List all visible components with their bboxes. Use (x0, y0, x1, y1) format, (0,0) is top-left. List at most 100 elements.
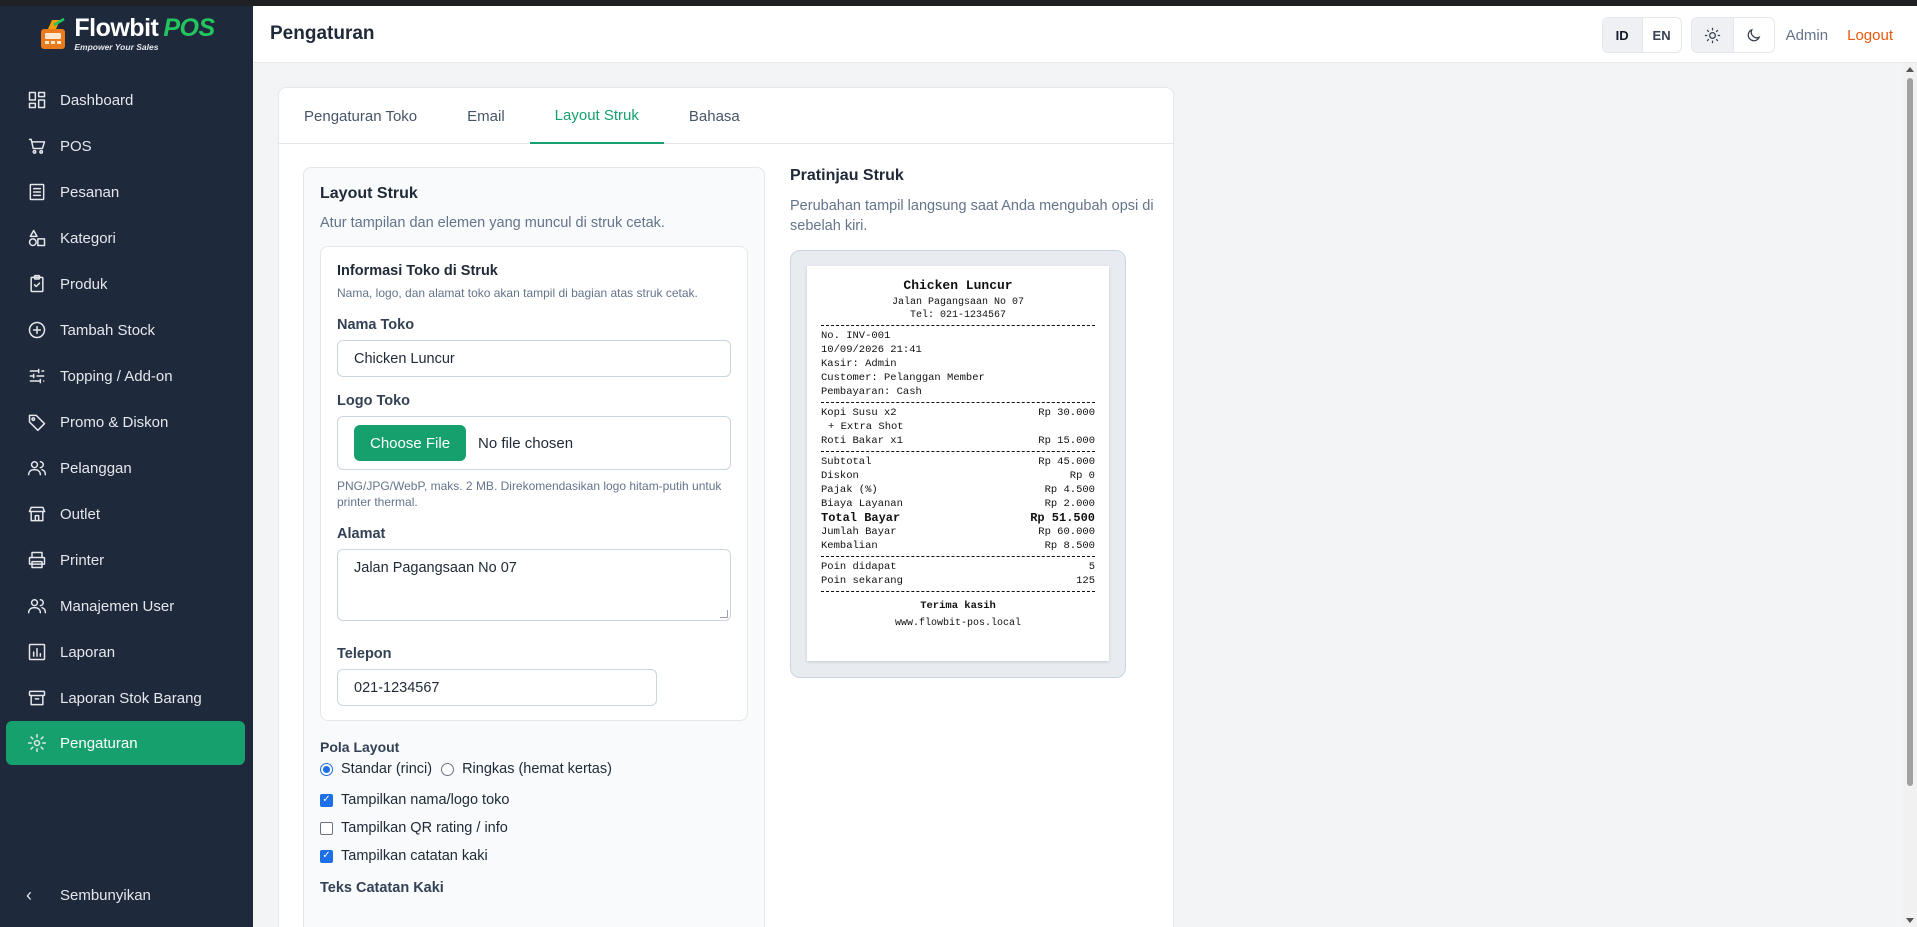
sidebar-item-laporan[interactable]: Laporan (6, 629, 245, 675)
sidebar-item-dashboard[interactable]: Dashboard (6, 77, 245, 123)
sliders-icon (26, 365, 48, 387)
chevron-left-icon: ‹ (26, 884, 32, 905)
pattern-standard-radio[interactable] (320, 762, 333, 776)
receipt-phone: Tel: 021-1234567 (909, 310, 1006, 321)
moon-icon (1747, 28, 1761, 41)
sidebar-item-pelanggan[interactable]: Pelanggan (6, 445, 245, 491)
logo-label: Logo Toko (337, 393, 411, 409)
receipt-datetime: 10/09/2026 21:41 (821, 344, 922, 356)
printer-icon (26, 549, 48, 571)
users-icon (26, 457, 48, 479)
tab-pengaturan-toko[interactable]: Pengaturan Toko (279, 88, 442, 144)
store-info-box: Informasi Toko di Struk Nama, logo, dan … (320, 246, 748, 721)
logout-link[interactable]: Logout (1847, 27, 1893, 44)
receipt-invoice: No. INV-001 (821, 330, 891, 342)
store-name-input[interactable]: Chicken Luncur (337, 340, 731, 377)
sidebar-item-label: Produk (60, 275, 108, 293)
sidebar-item-label: Outlet (60, 505, 101, 523)
sidebar-item-label: Promo & Diskon (60, 413, 169, 431)
total-value: Rp 51.500 (1030, 511, 1095, 525)
sidebar-item-label: Laporan (60, 643, 116, 661)
receipt-divider (821, 591, 1095, 592)
sidebar-nav: Dashboard POS Pesanan Kategori Produk Ta… (0, 62, 253, 765)
tab-email[interactable]: Email (442, 88, 530, 144)
sidebar-item-pos[interactable]: POS (6, 123, 245, 169)
points-now-value: 125 (1076, 575, 1095, 587)
file-status: No file chosen (478, 434, 574, 452)
sidebar-item-label: POS (60, 137, 92, 155)
sidebar-item-label: Topping / Add-on (60, 367, 173, 385)
hide-sidebar-button[interactable]: ‹ Sembunyikan (6, 875, 151, 915)
brand-tagline: Empower Your Sales (74, 42, 159, 53)
sidebar-item-outlet[interactable]: Outlet (6, 491, 245, 537)
pattern-label: Pola Layout (320, 739, 400, 755)
receipt-tax: Pajak (%) Rp 4.500 (821, 483, 1095, 497)
receipt-total: Total Bayar Rp 51.500 (821, 511, 1095, 525)
dark-theme-button[interactable] (1732, 18, 1774, 52)
show-name-label: Tampilkan nama/logo toko (341, 792, 510, 808)
lang-id-button[interactable]: ID (1602, 18, 1642, 52)
show-name-option[interactable]: ✓ Tampilkan nama/logo toko (320, 786, 748, 814)
sidebar-item-promo[interactable]: Promo & Diskon (6, 399, 245, 445)
sidebar-item-pengaturan[interactable]: Pengaturan (6, 721, 245, 765)
scroll-up-arrow[interactable] (1906, 67, 1914, 72)
store-info-desc: Nama, logo, dan alamat toko akan tampil … (337, 286, 698, 300)
preview-title: Pratinjau Struk (790, 167, 904, 184)
phone-label: Telepon (337, 646, 392, 662)
pattern-compact-radio[interactable] (441, 762, 455, 776)
sidebar-item-topping[interactable]: Topping / Add-on (6, 353, 245, 399)
show-footer-checkbox[interactable]: ✓ (320, 849, 333, 863)
sidebar-item-label: Laporan Stok Barang (60, 689, 202, 707)
light-theme-button[interactable] (1691, 18, 1733, 52)
sidebar-item-pesanan[interactable]: Pesanan (6, 169, 245, 215)
show-qr-checkbox[interactable] (320, 821, 333, 835)
resize-handle[interactable] (720, 610, 728, 618)
show-name-checkbox[interactable]: ✓ (320, 793, 333, 807)
subtotal-value: Rp 45.000 (1038, 456, 1095, 468)
user-name: Admin (1785, 26, 1829, 44)
item-name: Roti Bakar x1 (821, 435, 903, 447)
scroll-down-arrow[interactable] (1906, 918, 1914, 923)
sidebar-item-tambah-stock[interactable]: Tambah Stock (6, 307, 245, 353)
sidebar-item-label: Pesanan (60, 183, 120, 201)
receipt-address: Jalan Pagangsaan No 07 (891, 297, 1025, 308)
sidebar-item-kategori[interactable]: Kategori (6, 215, 245, 261)
pattern-standard-label[interactable]: Standar (rinci) (341, 761, 432, 777)
show-qr-label: Tampilkan QR rating / info (341, 820, 508, 836)
points-earned-label: Poin didapat (821, 561, 897, 573)
brand-name: Flowbit (74, 14, 159, 43)
sidebar-item-laporan-stok[interactable]: Laporan Stok Barang (6, 675, 245, 721)
sidebar-item-label: Manajemen User (60, 597, 175, 615)
gear-icon (26, 732, 48, 754)
phone-input[interactable]: 021-1234567 (337, 669, 657, 706)
receipt-divider (821, 556, 1095, 557)
sidebar-item-printer[interactable]: Printer (6, 537, 245, 583)
tab-layout-struk[interactable]: Layout Struk (529, 88, 664, 144)
show-footer-label: Tampilkan catatan kaki (341, 848, 488, 864)
tab-bahasa[interactable]: Bahasa (664, 88, 765, 144)
sidebar-item-label: Printer (60, 551, 105, 569)
page-scrollbar[interactable] (1903, 63, 1917, 927)
sidebar-item-produk[interactable]: Produk (6, 261, 245, 307)
pattern-compact-label[interactable]: Ringkas (hemat kertas) (462, 761, 612, 777)
scroll-thumb[interactable] (1907, 78, 1913, 786)
item-name: Kopi Susu x2 (821, 407, 897, 419)
sidebar-item-label: Tambah Stock (60, 321, 156, 339)
receipt-payment: Pembayaran: Cash (821, 386, 922, 398)
choose-file-button[interactable]: Choose File (354, 425, 467, 461)
brand-logo[interactable]: Flowbit POS Empower Your Sales (0, 6, 253, 62)
receipt-paid: Jumlah Bayar Rp 60.000 (821, 525, 1095, 539)
theme-switcher (1690, 17, 1775, 53)
address-textarea[interactable]: Jalan Pagangsaan No 07 (337, 549, 731, 621)
show-qr-option[interactable]: Tampilkan QR rating / info (320, 814, 748, 842)
dashboard-icon (26, 89, 48, 111)
item-price: Rp 30.000 (1038, 407, 1095, 419)
receipt-points-earned: Poin didapat 5 (821, 560, 1095, 574)
sun-icon (1704, 27, 1720, 43)
footer-text-label: Teks Catatan Kaki (320, 880, 444, 896)
show-footer-option[interactable]: ✓ Tampilkan catatan kaki (320, 842, 748, 870)
sidebar-item-label: Dashboard (60, 91, 134, 109)
sidebar-item-manajemen-user[interactable]: Manajemen User (6, 583, 245, 629)
lang-en-button[interactable]: EN (1641, 18, 1681, 52)
brand-pos: POS (163, 14, 215, 43)
